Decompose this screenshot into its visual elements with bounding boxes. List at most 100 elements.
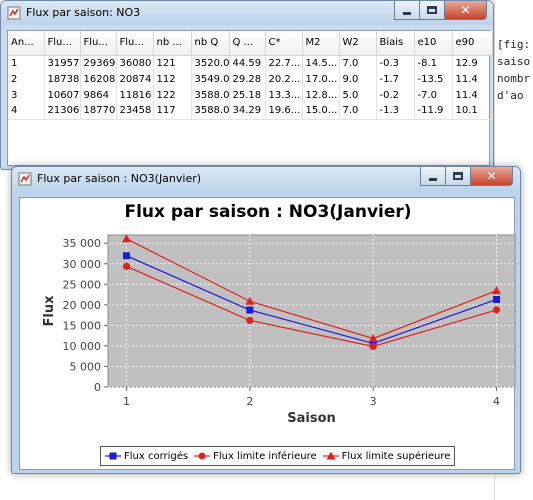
legend-marker-icon (105, 452, 121, 460)
table-cell: 20.2... (265, 71, 303, 87)
table-cell: 11.4 (452, 87, 493, 103)
minimize-icon (403, 11, 411, 15)
legend-label: Flux corrigés (124, 450, 189, 462)
table-cell: 122 (153, 87, 192, 103)
table-cell: 44.59 (229, 55, 266, 71)
close-button[interactable]: ✕ (444, 1, 487, 20)
table-cell: 12.9 (452, 55, 493, 71)
column-header[interactable]: W2 (339, 31, 377, 56)
table-cell: 14.5... (302, 55, 340, 71)
table-window-title: Flux par saison: NO3 (26, 6, 141, 19)
table-window-titlebar[interactable]: Flux par saison: NO3 ✕ (1, 1, 493, 25)
legend-marker-icon (322, 451, 339, 460)
table-cell: -1.3 (376, 103, 415, 120)
table-cell: 29369 (80, 55, 117, 71)
table-cell: 10.1 (452, 103, 493, 120)
y-tick-label: 15 000 (63, 319, 102, 332)
minimize-icon (429, 177, 437, 181)
minimize-button[interactable] (394, 1, 420, 20)
plot-area (107, 234, 516, 388)
maximize-icon (453, 172, 463, 180)
table-row[interactable]: 4 21306 18770 23458 117 3588.0 34.29 19.… (8, 103, 493, 120)
y-tick-label: 25 000 (63, 278, 102, 291)
table-cell: 3588.0 (191, 87, 230, 103)
table-row[interactable]: 3 10607 9864 11816 122 3588.0 25.18 13.3… (8, 87, 493, 103)
table-row[interactable]: 2 18738 16208 20874 112 3549.0 29.28 20.… (8, 71, 493, 87)
table-cell: 9.0 (339, 71, 377, 87)
java-app-icon (18, 172, 32, 186)
legend-item: Flux corrigés (105, 451, 188, 462)
close-button[interactable]: ✕ (470, 167, 513, 186)
table-header-row: An... Flu... Flu... Flu... nb ... nb Q Q… (8, 31, 493, 56)
column-header[interactable]: e10 (414, 31, 453, 56)
chart-window-titlebar[interactable]: Flux par saison : NO3(Janvier) ✕ (12, 167, 520, 191)
minimize-button[interactable] (420, 167, 446, 186)
table-cell: -7.0 (414, 87, 453, 103)
column-header[interactable]: Biais (376, 31, 415, 56)
maximize-button[interactable] (445, 167, 471, 186)
editor-line: saiso (497, 55, 531, 68)
legend-item: Flux limite supérieure (322, 450, 451, 462)
table-cell: 2 (8, 71, 45, 87)
column-header[interactable]: Flu... (44, 31, 81, 56)
table-row[interactable]: 1 31957 29369 36080 121 3520.0 44.59 22.… (8, 55, 493, 71)
table-cell: -13.5 (414, 71, 453, 87)
chart-window: Flux par saison : NO3(Janvier) ✕ Flux pa… (11, 166, 521, 474)
table-cell: 121 (153, 55, 192, 71)
table-cell: -1.7 (376, 71, 415, 87)
table-cell: 23458 (116, 103, 154, 120)
table-window: Flux par saison: NO3 ✕ An... Flu... Flu.… (0, 0, 494, 170)
y-tick-label: 0 (94, 381, 101, 394)
legend-label: Flux limite supérieure (341, 450, 451, 462)
data-point (246, 306, 254, 314)
table-cell: -11.9 (414, 103, 453, 120)
legend-label: Flux limite inférieure (213, 450, 317, 462)
chart-window-title: Flux par saison : NO3(Janvier) (37, 172, 202, 185)
column-header[interactable]: C* (265, 31, 303, 56)
table-cell: -0.2 (376, 87, 415, 103)
table-cell: 22.7... (265, 55, 303, 71)
data-point (493, 295, 500, 303)
table-cell: 34.29 (229, 103, 266, 120)
column-header[interactable]: Flu... (116, 31, 154, 56)
y-tick-label: 20 000 (63, 299, 102, 312)
table-cell: 3588.0 (191, 103, 230, 120)
results-table: An... Flu... Flu... Flu... nb ... nb Q Q… (8, 31, 493, 120)
x-tick-label: 1 (123, 395, 130, 408)
y-tick-label: 35 000 (63, 237, 102, 250)
column-header[interactable]: nb Q (191, 31, 230, 56)
x-tick-label: 3 (370, 395, 377, 408)
column-header[interactable]: An... (8, 31, 45, 56)
table-cell: 19.6... (265, 103, 303, 120)
table-cell: 15.0... (302, 103, 340, 120)
table-cell: 21306 (44, 103, 81, 120)
data-point (122, 262, 131, 270)
column-header[interactable]: e90 (452, 31, 493, 56)
maximize-icon (427, 6, 437, 14)
y-tick-label: 5 000 (70, 360, 102, 373)
data-point (369, 342, 377, 351)
table-cell: 13.3... (265, 87, 303, 103)
y-tick-label: 10 000 (63, 340, 102, 353)
chart-legend: Flux corrigés Flux limite inférieure Flux … (100, 446, 455, 466)
column-header[interactable]: Q ... (229, 31, 266, 56)
table-cell: -0.3 (376, 55, 415, 71)
table-cell: 12.8... (302, 87, 340, 103)
y-tick-label: 30 000 (63, 258, 102, 271)
y-axis-label: Flux (42, 295, 57, 327)
table-cell: 9864 (80, 87, 117, 103)
table-cell: 7.0 (339, 103, 377, 120)
table-cell: 11816 (116, 87, 154, 103)
column-header[interactable]: Flu... (80, 31, 117, 56)
column-header[interactable]: nb ... (153, 31, 192, 56)
table-cell: 11.4 (452, 71, 493, 87)
close-icon: ✕ (486, 169, 497, 183)
column-header[interactable]: M2 (302, 31, 340, 56)
close-icon: ✕ (460, 3, 471, 17)
maximize-button[interactable] (419, 1, 445, 20)
editor-line: d'ao (497, 89, 524, 102)
java-app-icon (7, 6, 21, 20)
table-cell: 16208 (80, 71, 117, 87)
data-point (123, 252, 130, 260)
x-tick-label: 4 (493, 395, 500, 408)
